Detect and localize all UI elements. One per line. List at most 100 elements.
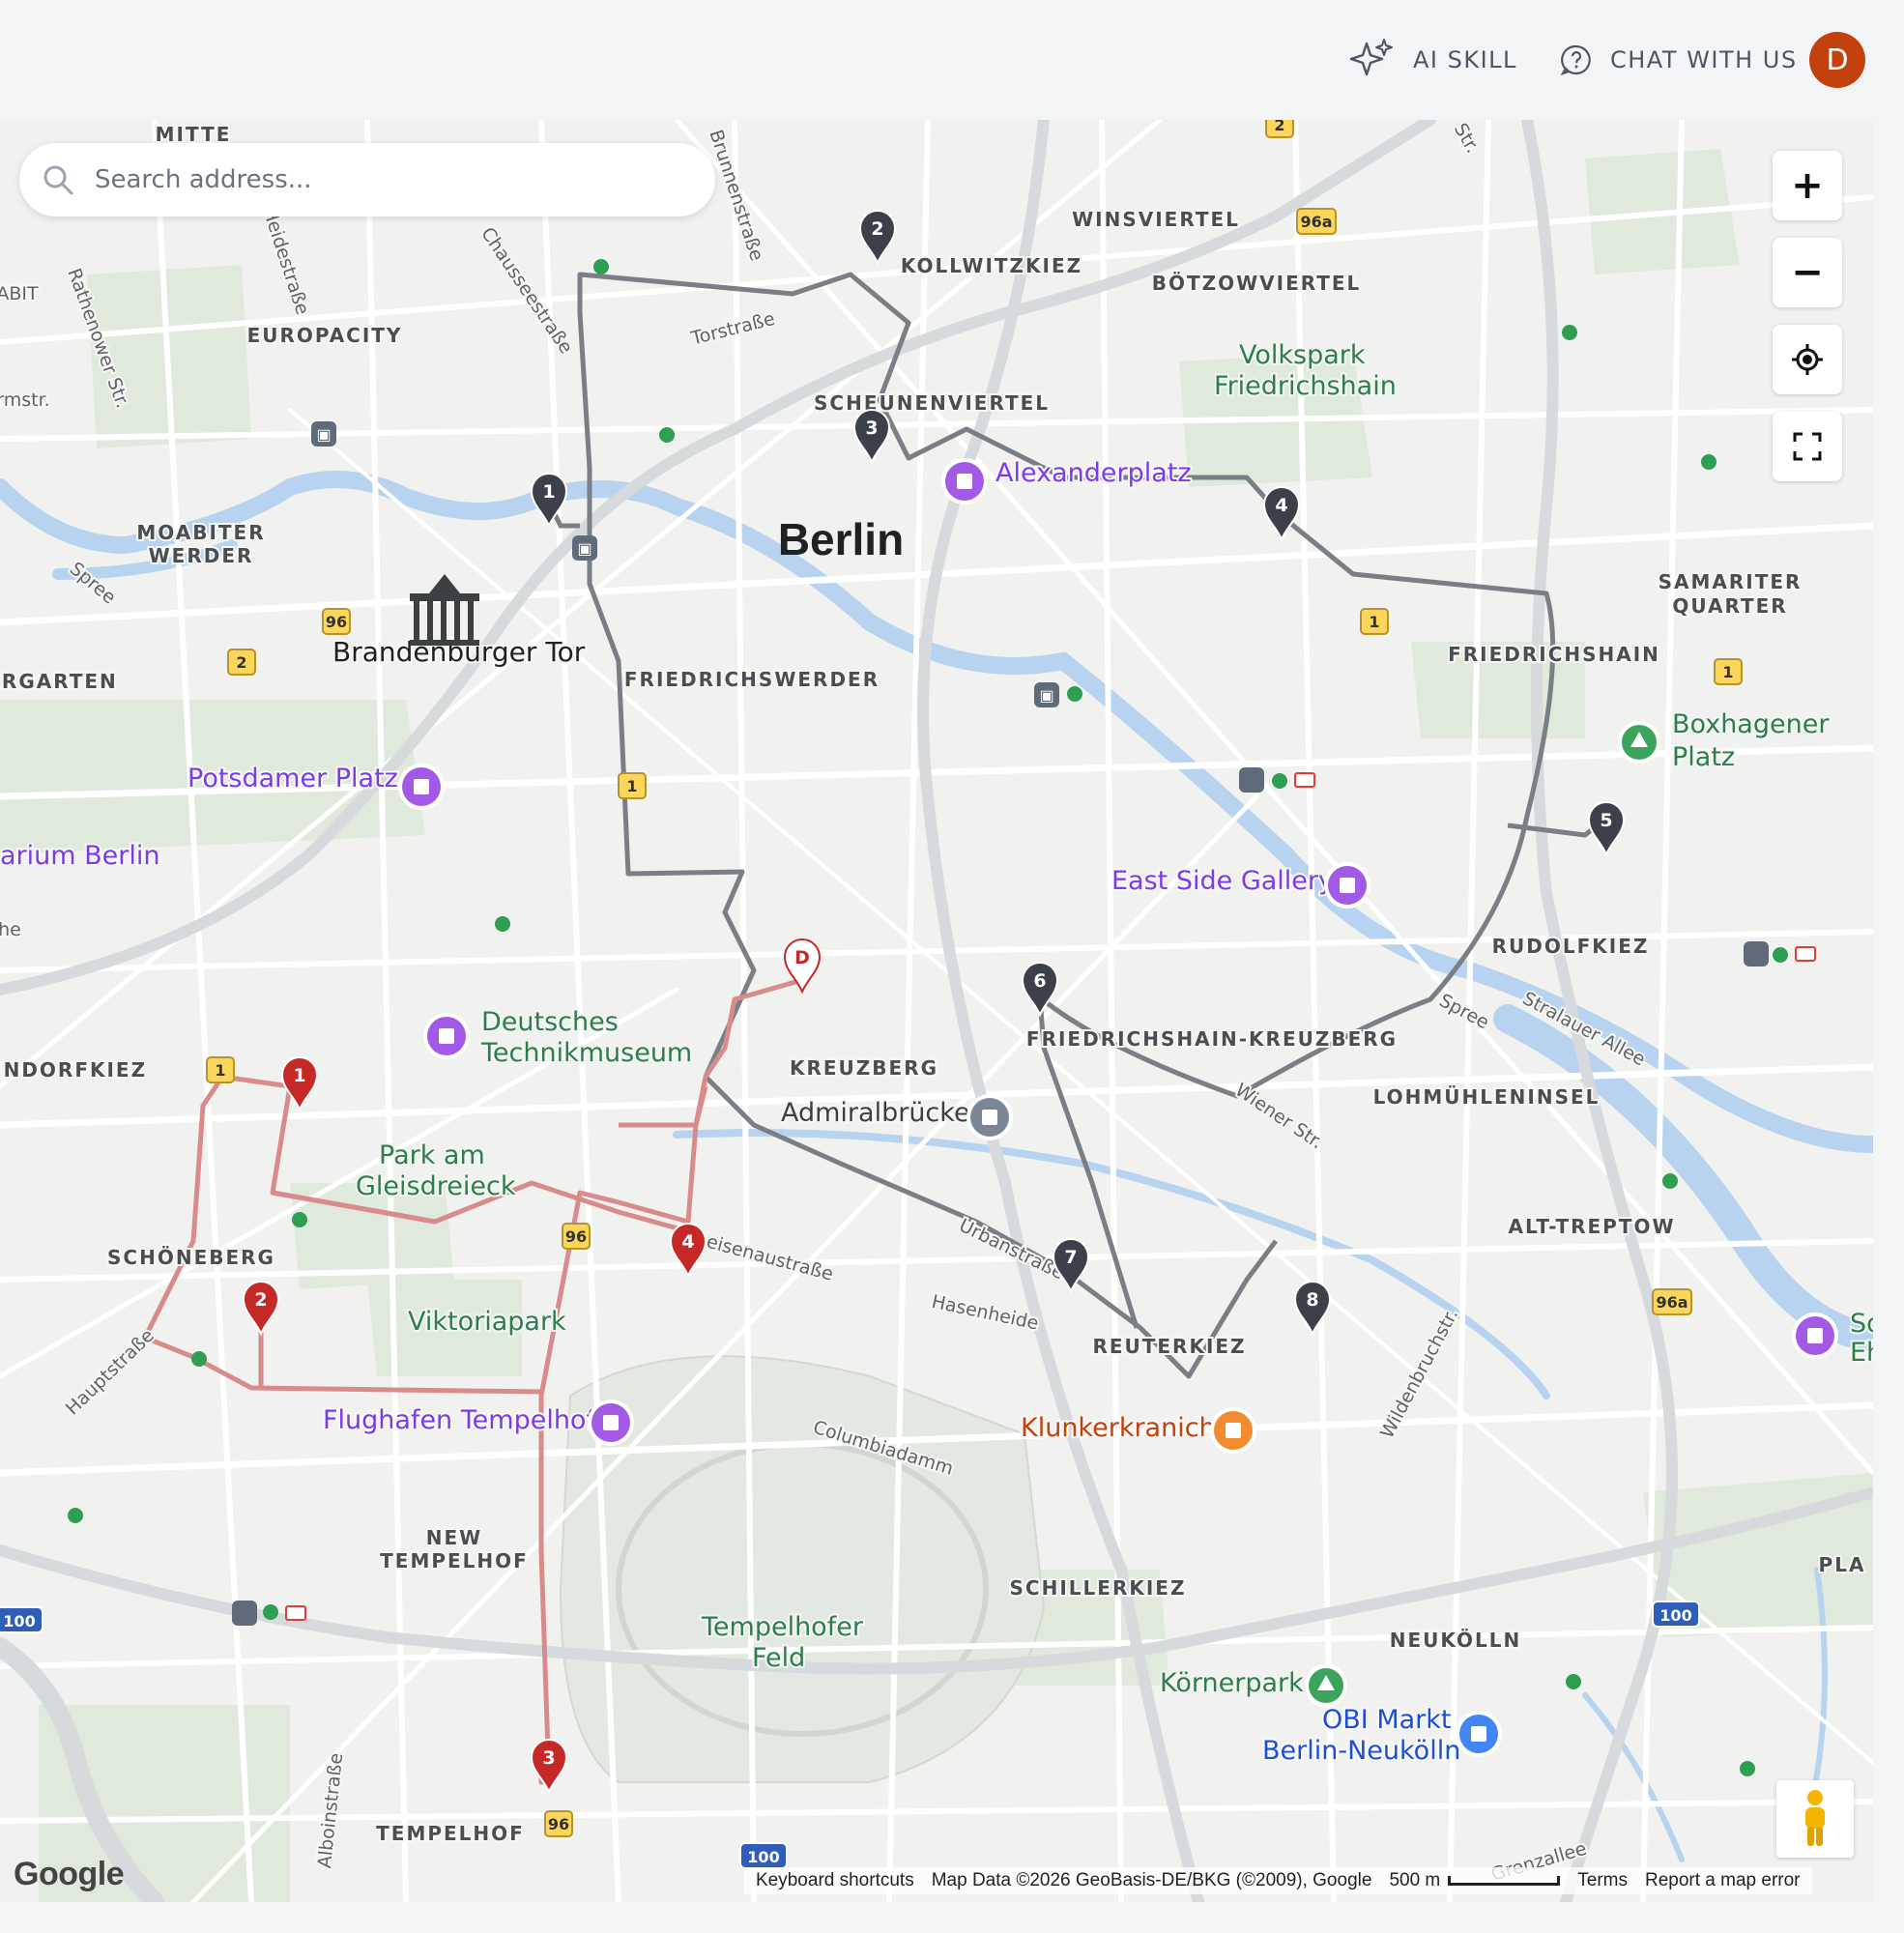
svg-text:4: 4: [681, 1231, 694, 1253]
red-route-stop-marker[interactable]: 2: [242, 1281, 280, 1337]
street-label: Hasenheide: [930, 1291, 1040, 1335]
svg-text:2: 2: [1274, 120, 1284, 134]
svg-text:96: 96: [548, 1815, 569, 1833]
place-label[interactable]: arium Berlin: [0, 839, 162, 873]
highway-shield: 100: [0, 1606, 43, 1633]
place-label[interactable]: OBI Markt: [1320, 1703, 1453, 1737]
park-label[interactable]: Volkspark: [1237, 338, 1368, 372]
report-map-error-link[interactable]: Report a map error: [1645, 1870, 1801, 1891]
svg-text:▣: ▣: [316, 427, 331, 444]
svg-text:1: 1: [626, 777, 637, 795]
street-view-pegman[interactable]: [1776, 1780, 1854, 1858]
brandenburg-gate-icon: [410, 574, 479, 646]
zoom-in-button[interactable]: +: [1773, 151, 1842, 220]
gray-route-stop-marker[interactable]: 3: [852, 409, 891, 465]
bridge-icon[interactable]: [966, 1094, 1013, 1140]
place-label[interactable]: Admiralbrücke: [779, 1096, 972, 1130]
map-base: MITTEWINSVIERTELKOLLWITZKIEZBÖTZOWVIERTE…: [0, 120, 1873, 1902]
park-label[interactable]: Platz: [1670, 740, 1737, 774]
chat-with-us-button[interactable]: CHAT WITH US: [1560, 33, 1798, 87]
svg-text:D: D: [794, 947, 810, 968]
tower-icon[interactable]: [1324, 862, 1370, 909]
road-shield: 1: [618, 772, 647, 799]
map-data-attribution: Map Data ©2026 GeoBasis-DE/BKG (©2009), …: [931, 1870, 1372, 1890]
park-label[interactable]: Technikmuseum: [478, 1036, 694, 1070]
park-pin-icon[interactable]: [1618, 721, 1660, 764]
road-shield: 2: [1265, 120, 1294, 138]
street-label: Hauptstraße: [62, 1325, 159, 1420]
keyboard-shortcuts-link[interactable]: Keyboard shortcuts: [756, 1870, 914, 1891]
park-label[interactable]: Friedrichshain: [1212, 369, 1399, 403]
search-input[interactable]: [95, 165, 655, 194]
svg-text:100: 100: [1659, 1606, 1691, 1625]
district-label: FRIEDRICHSHAIN: [1448, 643, 1660, 666]
gray-route-stop-marker[interactable]: 8: [1293, 1281, 1332, 1337]
park-label[interactable]: Körnerpark: [1158, 1666, 1306, 1700]
place-label[interactable]: East Side Gallery: [1110, 864, 1336, 898]
park-label[interactable]: Viktoriapark: [406, 1305, 568, 1339]
user-avatar[interactable]: D: [1809, 32, 1865, 88]
zoom-out-button[interactable]: −: [1773, 238, 1842, 307]
help-chat-icon: [1560, 44, 1591, 75]
park-label[interactable]: Eh: [1848, 1336, 1873, 1370]
place-label[interactable]: Berlin-Neukölln: [1260, 1734, 1462, 1768]
gray-route-stop-marker[interactable]: 5: [1587, 801, 1626, 857]
tower-icon[interactable]: [588, 1399, 634, 1446]
park-label[interactable]: Tempelhofer: [699, 1610, 866, 1644]
place-label[interactable]: Flughafen Tempelhof: [321, 1403, 598, 1437]
svg-text:1: 1: [1369, 613, 1379, 631]
restaurant-icon[interactable]: [1210, 1407, 1256, 1454]
park-label[interactable]: Boxhagener: [1670, 707, 1832, 741]
shop-icon[interactable]: [1456, 1711, 1502, 1757]
park-label[interactable]: Feld: [750, 1641, 807, 1675]
district-label: REUTERKIEZ: [1092, 1335, 1246, 1358]
tower-icon[interactable]: [941, 458, 988, 505]
district-label: BÖTZOWVIERTEL: [1152, 272, 1362, 295]
terms-link[interactable]: Terms: [1577, 1870, 1628, 1891]
street-label: he: [0, 919, 21, 940]
red-route-stop-marker[interactable]: 3: [530, 1739, 568, 1795]
street-label: rmstr.: [0, 389, 50, 411]
camera-icon[interactable]: [398, 764, 445, 810]
svg-text:2: 2: [871, 218, 883, 240]
district-label: ENDORFKIEZ: [0, 1058, 147, 1082]
place-label[interactable]: Alexanderplatz: [994, 456, 1194, 490]
svg-text:4: 4: [1275, 495, 1287, 516]
gray-route-stop-marker[interactable]: 4: [1262, 486, 1301, 542]
museum-icon[interactable]: [423, 1013, 470, 1059]
park-label[interactable]: Park am: [377, 1139, 487, 1172]
fullscreen-button[interactable]: [1773, 412, 1842, 481]
svg-text:1: 1: [1722, 663, 1733, 681]
place-label[interactable]: Klunkerkranich: [1019, 1411, 1218, 1445]
place-label[interactable]: Potsdamer Platz: [186, 762, 400, 795]
road-shield: 96a: [1296, 208, 1337, 235]
highway-shield: 100: [739, 1842, 788, 1869]
search-bar[interactable]: [19, 143, 715, 216]
svg-text:96: 96: [565, 1227, 587, 1246]
street-label: Heidestraße: [258, 205, 313, 318]
street-label: Str.: [1450, 120, 1484, 157]
park-label[interactable]: So: [1848, 1307, 1873, 1341]
ai-skill-button[interactable]: AI SKILL: [1347, 33, 1517, 87]
district-label: ALT-TREPTOW: [1508, 1215, 1675, 1238]
district-label: SCHÖNEBERG: [107, 1246, 275, 1269]
map-canvas[interactable]: MITTE WINSVIERTEL KOLLWITZKIEZ BÖTZOWVIERTE…: [0, 120, 1873, 1902]
sparkle-icon: [1349, 39, 1393, 76]
district-label: EUROPACITY: [247, 324, 403, 347]
district-label: LOHMÜHLENINSEL: [1373, 1085, 1601, 1109]
my-location-button[interactable]: [1773, 325, 1842, 394]
park-label[interactable]: Deutsches: [479, 1005, 620, 1039]
scale-bar[interactable]: 500 m: [1389, 1870, 1561, 1891]
museum-icon[interactable]: [1792, 1313, 1838, 1359]
district-label: MOABITER: [136, 521, 265, 544]
svg-text:▣: ▣: [1039, 688, 1053, 705]
street-label: ABIT: [0, 283, 39, 304]
svg-text:2: 2: [254, 1289, 267, 1311]
park-pin-icon[interactable]: [1305, 1664, 1347, 1707]
street-label: Spree: [1435, 990, 1492, 1033]
gray-route-stop-marker[interactable]: 2: [858, 210, 897, 266]
road-shield: 1: [1360, 608, 1389, 635]
crosshair-icon: [1792, 344, 1823, 375]
park-label[interactable]: Gleisdreieck: [354, 1169, 518, 1203]
district-label: ERGARTEN: [0, 670, 118, 693]
